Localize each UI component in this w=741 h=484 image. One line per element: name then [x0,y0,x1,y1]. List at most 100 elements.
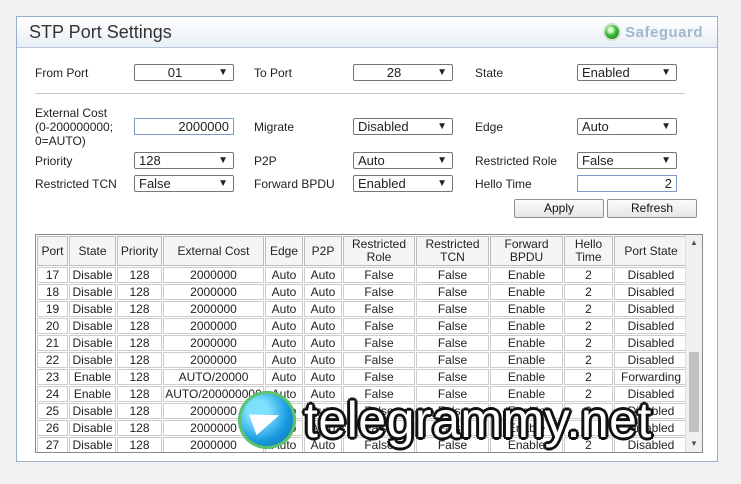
table-cell: Auto [265,301,303,317]
table-cell: Auto [304,369,342,385]
table-cell: 2 [564,369,613,385]
watermark: telegrammy.net [238,390,652,450]
table-cell: 2000000 [163,284,264,300]
table-cell: Auto [265,352,303,368]
chevron-down-icon: ▼ [661,121,671,132]
table-cell: 2 [564,335,613,351]
external-cost-input[interactable]: 2000000 [134,118,234,135]
restricted-role-value: False [582,153,614,168]
external-cost-label-line3: 0=AUTO) [35,134,86,148]
table-row: 22 Disable 128 2000000 Auto Auto False False Ena… [37,352,688,368]
external-cost-label-line1: External Cost [35,106,108,120]
forward-bpdu-value: Enabled [358,176,406,191]
to-port-select[interactable]: 28 ▼ [353,64,453,81]
from-port-select[interactable]: 01 ▼ [134,64,234,81]
table-cell: Auto [265,335,303,351]
p2p-select[interactable]: Auto ▼ [353,152,453,169]
page-title: STP Port Settings [29,22,172,42]
scroll-thumb[interactable] [689,352,699,432]
table-cell: False [343,318,415,334]
chevron-down-icon: ▼ [661,155,671,166]
table-cell: Auto [265,369,303,385]
table-cell: 128 [117,369,162,385]
scroll-down-arrow-icon[interactable]: ▼ [686,436,702,452]
col-header: Port [37,236,68,266]
table-scrollbar[interactable]: ▲ ▼ [685,235,702,452]
col-header: External Cost [163,236,264,266]
state-label: State [475,66,504,80]
table-cell: False [343,284,415,300]
table-cell: Auto [265,267,303,283]
restricted-tcn-select[interactable]: False ▼ [134,175,234,192]
restricted-tcn-value: False [139,176,171,191]
migrate-value: Disabled [358,119,409,134]
table-cell: Enable [490,301,563,317]
restricted-role-select[interactable]: False ▼ [577,152,677,169]
hello-time-input[interactable]: 2 [577,175,677,192]
table-cell: 2000000 [163,335,264,351]
table-cell: Auto [304,352,342,368]
chevron-down-icon: ▼ [437,67,447,78]
p2p-label: P2P [254,154,277,168]
table-cell: 2000000 [163,267,264,283]
scroll-up-arrow-icon[interactable]: ▲ [686,235,702,251]
table-cell: 2 [564,267,613,283]
table-cell: Disable [69,352,116,368]
table-cell: 27 [37,437,68,452]
table-cell: Disabled [614,267,688,283]
apply-button[interactable]: Apply [514,199,604,218]
state-select[interactable]: Enabled ▼ [577,64,677,81]
migrate-label: Migrate [254,120,295,134]
table-cell: Auto [304,301,342,317]
table-cell: Enable [69,369,116,385]
refresh-button[interactable]: Refresh [607,199,697,218]
chevron-down-icon: ▼ [661,67,671,78]
table-cell: False [416,352,489,368]
table-cell: False [343,267,415,283]
table-cell: Disabled [614,335,688,351]
table-header-row: Port State Priority External Cost Edge P… [37,236,688,266]
table-cell: False [416,318,489,334]
table-cell: Disable [69,318,116,334]
table-cell: 128 [117,284,162,300]
table-cell: 2 [564,284,613,300]
to-port-label: To Port [254,66,293,80]
col-header: Hello Time [564,236,613,266]
state-value: Enabled [582,65,630,80]
table-cell: 128 [117,403,162,419]
table-cell: 2000000 [163,301,264,317]
table-cell: 128 [117,301,162,317]
col-header: State [69,236,116,266]
table-cell: Enable [490,284,563,300]
table-cell: 2 [564,318,613,334]
table-cell: Disabled [614,352,688,368]
table-cell: False [343,369,415,385]
forward-bpdu-select[interactable]: Enabled ▼ [353,175,453,192]
table-cell: Enable [490,318,563,334]
table-cell: Enable [69,386,116,402]
table-cell: AUTO/20000 [163,369,264,385]
table-row: 17 Disable 128 2000000 Auto Auto False False Ena… [37,267,688,283]
col-header: Restricted TCN [416,236,489,266]
table-cell: Auto [265,284,303,300]
safeguard-label: Safeguard [625,23,703,41]
table-cell: 2 [564,301,613,317]
form-divider [35,93,685,94]
table-cell: Disable [69,403,116,419]
table-cell: 24 [37,386,68,402]
table-cell: Enable [490,267,563,283]
migrate-select[interactable]: Disabled ▼ [353,118,453,135]
chevron-down-icon: ▼ [437,155,447,166]
table-cell: 128 [117,437,162,452]
col-header: Restricted Role [343,236,415,266]
edge-select[interactable]: Auto ▼ [577,118,677,135]
table-row: 19 Disable 128 2000000 Auto Auto False False Ena… [37,301,688,317]
table-row: 23 Enable 128 AUTO/20000 Auto Auto False False E… [37,369,688,385]
table-cell: Auto [304,318,342,334]
priority-select[interactable]: 128 ▼ [134,152,234,169]
restricted-tcn-label: Restricted TCN [35,177,117,191]
table-cell: 2000000 [163,318,264,334]
table-cell: Enable [490,352,563,368]
from-port-value: 01 [167,65,183,80]
table-cell: 2 [564,352,613,368]
